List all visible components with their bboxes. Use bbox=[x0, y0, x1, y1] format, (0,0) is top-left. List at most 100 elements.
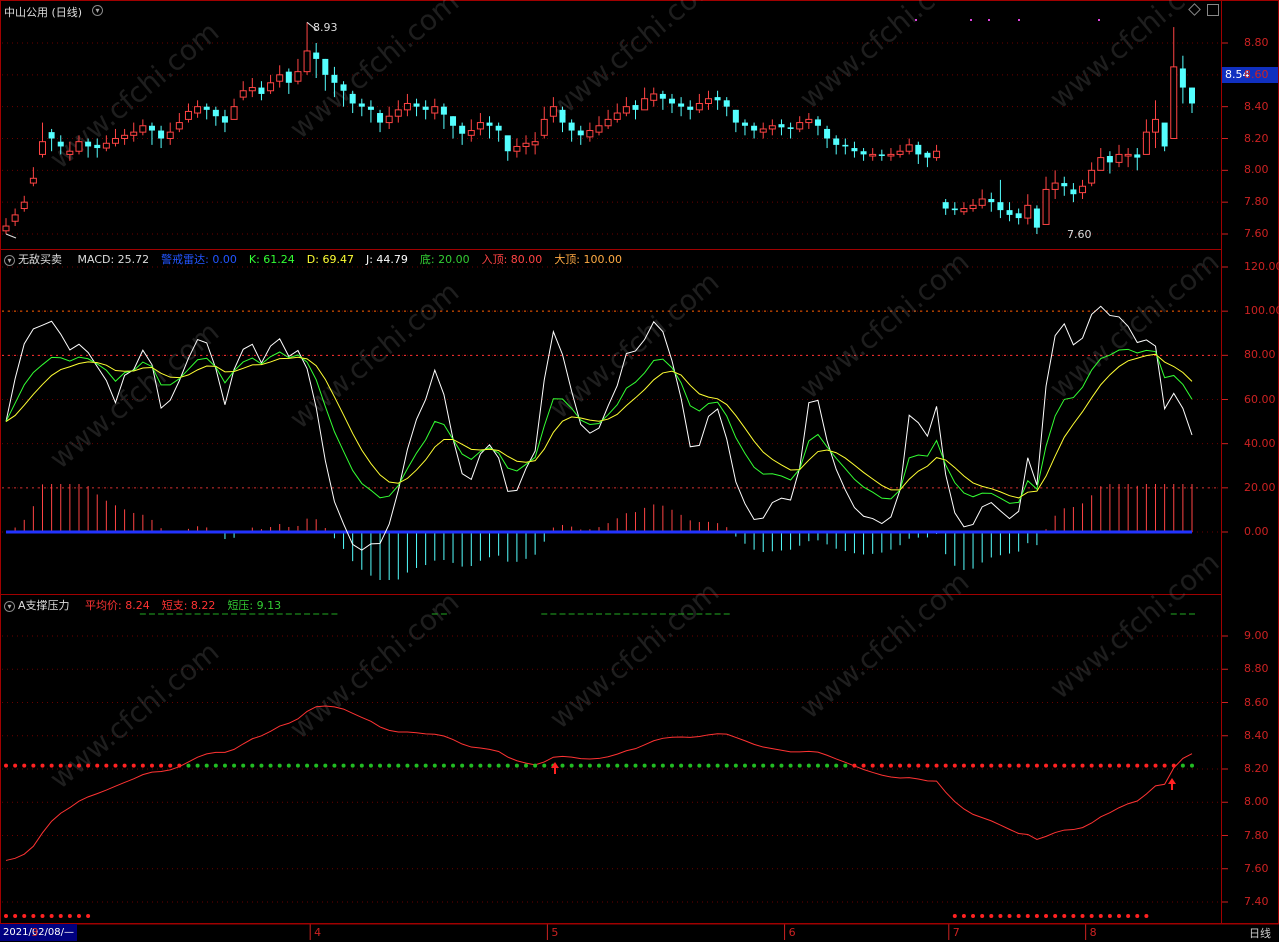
candle-body bbox=[540, 118, 548, 136]
candle bbox=[531, 132, 539, 155]
support-dot bbox=[943, 763, 948, 768]
support-dot bbox=[633, 763, 638, 768]
candle-body bbox=[48, 132, 55, 139]
support-dot bbox=[971, 763, 976, 768]
support-dot bbox=[524, 763, 529, 768]
support-dot bbox=[934, 763, 939, 768]
y-tick-label: 40.00 bbox=[1244, 436, 1276, 450]
candle bbox=[1024, 194, 1032, 225]
y-tick-label: 8.80 bbox=[1244, 36, 1269, 49]
indicator-value: 平均价: 8.24 bbox=[85, 599, 150, 612]
candle bbox=[814, 116, 821, 136]
candle bbox=[303, 22, 311, 75]
support-dot bbox=[779, 763, 784, 768]
support-dot bbox=[241, 763, 246, 768]
candle-body bbox=[158, 130, 165, 139]
candle bbox=[650, 87, 658, 107]
indicator-value: 底: 20.00 bbox=[419, 253, 470, 266]
support-dot bbox=[1180, 763, 1185, 768]
candle bbox=[495, 122, 502, 142]
window-restore-icon[interactable] bbox=[1207, 4, 1219, 16]
indicator-chevron-icon[interactable]: ▾ bbox=[4, 600, 15, 612]
indicator-value: 警戒雷达: 0.00 bbox=[161, 253, 237, 266]
indicator2-values: 平均价: 8.24 短支: 8.22 短压: 9.13 bbox=[79, 599, 287, 612]
candle bbox=[704, 90, 712, 110]
chevron-down-icon[interactable]: ▾ bbox=[92, 5, 103, 16]
candle-body bbox=[203, 106, 210, 110]
candle bbox=[513, 138, 521, 158]
candle-body bbox=[924, 152, 931, 158]
candle bbox=[166, 122, 174, 145]
candle bbox=[394, 100, 402, 123]
support-dot bbox=[624, 763, 629, 768]
candle-body bbox=[1033, 208, 1040, 228]
support-dot bbox=[159, 763, 164, 768]
candle-body bbox=[678, 103, 685, 107]
candle-body bbox=[586, 130, 594, 138]
candle bbox=[1061, 176, 1068, 196]
candle bbox=[869, 148, 877, 161]
candle bbox=[632, 100, 639, 120]
support-dot bbox=[688, 763, 693, 768]
candle-body bbox=[29, 177, 37, 184]
low-signal-dot bbox=[22, 914, 27, 918]
indicator-value: 短支: 8.22 bbox=[161, 599, 216, 612]
support-dot bbox=[825, 763, 830, 768]
indicator2-name[interactable]: A支撑压力 bbox=[18, 599, 70, 612]
low-signal-dot bbox=[961, 914, 966, 918]
candle-body bbox=[969, 204, 977, 210]
indicator-chevron-icon[interactable]: ▾ bbox=[4, 254, 15, 266]
low-signal-dot bbox=[1089, 914, 1094, 918]
candle-body bbox=[322, 58, 329, 75]
candle bbox=[997, 179, 1004, 219]
support-dot bbox=[1071, 763, 1076, 768]
candle bbox=[1152, 100, 1160, 149]
support-dot bbox=[378, 763, 383, 768]
candle-body bbox=[997, 202, 1004, 211]
candle bbox=[467, 119, 475, 142]
support-dot bbox=[451, 763, 456, 768]
watermark-text: www.cfchi.com bbox=[793, 0, 975, 115]
candle-body bbox=[668, 98, 675, 104]
stock-title[interactable]: 中山公用 (日线) bbox=[4, 6, 82, 19]
candle-body bbox=[431, 106, 439, 114]
low-signal-dot bbox=[4, 914, 8, 918]
candle-body bbox=[814, 119, 821, 126]
candle-body bbox=[741, 122, 748, 126]
y-tick-label: 120.00 bbox=[1244, 260, 1279, 273]
candle bbox=[450, 116, 457, 139]
candle bbox=[540, 106, 548, 139]
low-signal-dot bbox=[1071, 914, 1076, 918]
low-price-label: 7.60 bbox=[1067, 228, 1092, 241]
candle bbox=[1134, 148, 1141, 171]
y-tick-label: 8.00 bbox=[1244, 163, 1269, 177]
start-date-box[interactable]: 2021/02/08/— bbox=[0, 924, 78, 941]
indicator-value: 入顶: 80.00 bbox=[481, 253, 543, 266]
chart-canvas[interactable]: www.cfchi.com www.cfchi.com www.cfchi.com w… bbox=[0, 0, 1279, 942]
candle bbox=[29, 167, 37, 187]
support-dot bbox=[31, 763, 36, 768]
signal-dot bbox=[915, 19, 917, 21]
candle-body bbox=[613, 112, 621, 120]
candle bbox=[896, 144, 904, 158]
support-dot bbox=[514, 763, 519, 768]
candle bbox=[741, 119, 748, 136]
y-tick-label: 20.00 bbox=[1244, 480, 1276, 494]
candle-body bbox=[1015, 213, 1022, 219]
period-label[interactable]: 日线 bbox=[1249, 925, 1271, 941]
month-tick-label: 7 bbox=[952, 926, 960, 939]
candle-body bbox=[759, 128, 767, 133]
candle-body bbox=[641, 98, 649, 111]
support-dot bbox=[1053, 763, 1058, 768]
support-dot bbox=[925, 763, 930, 768]
support-dot bbox=[1171, 763, 1176, 768]
support-dot bbox=[350, 763, 355, 768]
indicator1-name[interactable]: 无敌买卖 bbox=[18, 253, 62, 266]
candle-body bbox=[102, 142, 110, 149]
candle bbox=[805, 113, 813, 129]
y-tick-label: 8.00 bbox=[1244, 795, 1269, 809]
candle-body bbox=[467, 130, 475, 136]
low-signal-dot bbox=[1107, 914, 1112, 918]
candle bbox=[230, 98, 238, 120]
candle-body bbox=[303, 50, 311, 73]
